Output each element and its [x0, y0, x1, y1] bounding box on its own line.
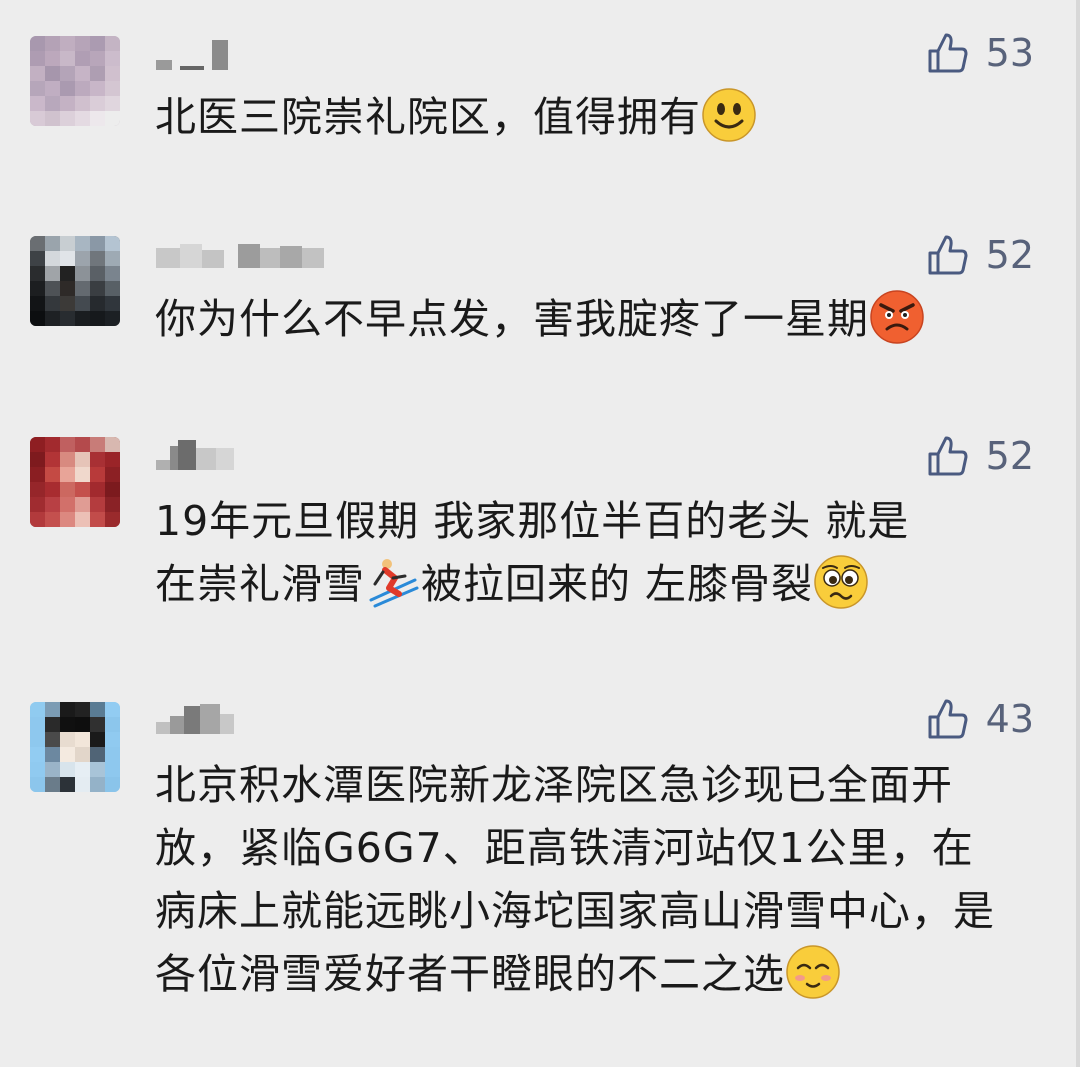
thumbs-up-icon — [928, 699, 968, 739]
thumbs-up-icon — [928, 235, 968, 275]
like-button[interactable]: 52 — [926, 431, 1034, 481]
avatar[interactable] — [30, 36, 120, 126]
scrollbar-track — [1076, 0, 1080, 1067]
thumbs-up-icon — [928, 33, 968, 73]
like-button[interactable]: 43 — [926, 694, 1034, 744]
like-count: 43 — [985, 697, 1034, 741]
avatar[interactable] — [30, 702, 120, 792]
like-count: 52 — [985, 233, 1034, 277]
nickname[interactable] — [156, 704, 234, 734]
comment-text: 19年元旦假期 我家那位半百的老头 就是 在崇礼滑雪 被拉回来的 左膝骨裂 — [155, 497, 910, 609]
smile-emoji-icon — [702, 88, 756, 142]
comment-text: 北京积水潭医院新龙泽院区急诊现已全面开放，紧临G6G7、距高铁清河站仅1公里，在… — [155, 761, 995, 999]
avatar[interactable] — [30, 236, 120, 326]
blush-emoji-icon — [786, 945, 840, 999]
like-button[interactable]: 53 — [926, 28, 1034, 78]
nickname[interactable] — [156, 40, 228, 70]
pleading-emoji-icon — [814, 555, 868, 609]
skier-emoji-icon — [369, 559, 419, 608]
thumbs-up-icon — [928, 436, 968, 476]
comment-text: 北医三院崇礼院区，值得拥有 — [155, 86, 1015, 149]
angry-emoji-icon — [870, 290, 924, 344]
like-count: 53 — [985, 31, 1034, 75]
nickname[interactable] — [156, 238, 324, 268]
like-button[interactable]: 52 — [926, 230, 1034, 280]
comment-text: 你为什么不早点发，害我腚疼了一星期 — [155, 288, 1015, 351]
like-count: 52 — [985, 434, 1034, 478]
avatar[interactable] — [30, 437, 120, 527]
nickname[interactable] — [156, 440, 234, 470]
